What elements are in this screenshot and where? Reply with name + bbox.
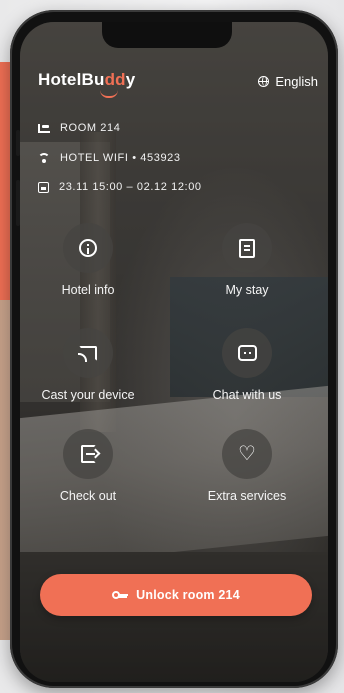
calendar-icon [38, 181, 49, 193]
unlock-room-label: Unlock room 214 [136, 588, 240, 602]
room-number-text: ROOM 214 [60, 122, 121, 134]
cast-icon [78, 345, 97, 362]
chat-button[interactable] [222, 328, 272, 378]
wifi-icon [38, 153, 50, 163]
stay-dates-row: 23.11 15:00 – 02.12 12:00 [38, 181, 202, 193]
logo-text-accent: dd [104, 70, 126, 89]
tile-extra-services[interactable]: ♡ Extra services [182, 429, 312, 503]
check-out-button[interactable] [63, 429, 113, 479]
key-icon [112, 591, 129, 599]
room-number-row: ROOM 214 [38, 122, 120, 134]
wifi-text: HOTEL WIFI • 453923 [60, 152, 181, 164]
extra-services-button[interactable]: ♡ [222, 429, 272, 479]
hotel-info-label: Hotel info [61, 283, 115, 297]
cast-device-label: Cast your device [41, 388, 135, 402]
tile-my-stay[interactable]: My stay [182, 223, 312, 297]
exit-icon [80, 445, 96, 463]
tile-hotel-info[interactable]: Hotel info [23, 223, 153, 297]
unlock-room-button[interactable]: Unlock room 214 [40, 574, 312, 616]
chat-label: Chat with us [212, 388, 282, 402]
info-icon [79, 239, 97, 257]
check-out-label: Check out [59, 489, 117, 503]
wifi-row: HOTEL WIFI • 453923 [38, 152, 181, 164]
stay-dates-text: 23.11 15:00 – 02.12 12:00 [59, 181, 202, 193]
my-stay-button[interactable] [222, 223, 272, 273]
logo-smile-icon [100, 90, 118, 98]
app-screen: HotelBuddy English ROOM 214 HOTEL WIFI •… [20, 22, 328, 682]
cast-device-button[interactable] [63, 328, 113, 378]
bed-icon [38, 123, 50, 133]
heart-icon: ♡ [238, 443, 256, 465]
logo-text-main: HotelBu [38, 70, 105, 89]
document-icon [239, 238, 255, 258]
tile-cast-device[interactable]: Cast your device [23, 328, 153, 402]
logo-text-end: y [125, 70, 136, 89]
extra-services-label: Extra services [207, 489, 287, 503]
chat-icon [237, 345, 257, 361]
tile-check-out[interactable]: Check out [23, 429, 153, 503]
language-label: English [275, 74, 318, 89]
hotel-info-button[interactable] [63, 223, 113, 273]
globe-icon [258, 76, 270, 87]
app-logo: HotelBuddy [38, 70, 135, 90]
my-stay-label: My stay [225, 283, 269, 297]
language-selector[interactable]: English [258, 74, 318, 89]
tile-chat[interactable]: Chat with us [182, 328, 312, 402]
